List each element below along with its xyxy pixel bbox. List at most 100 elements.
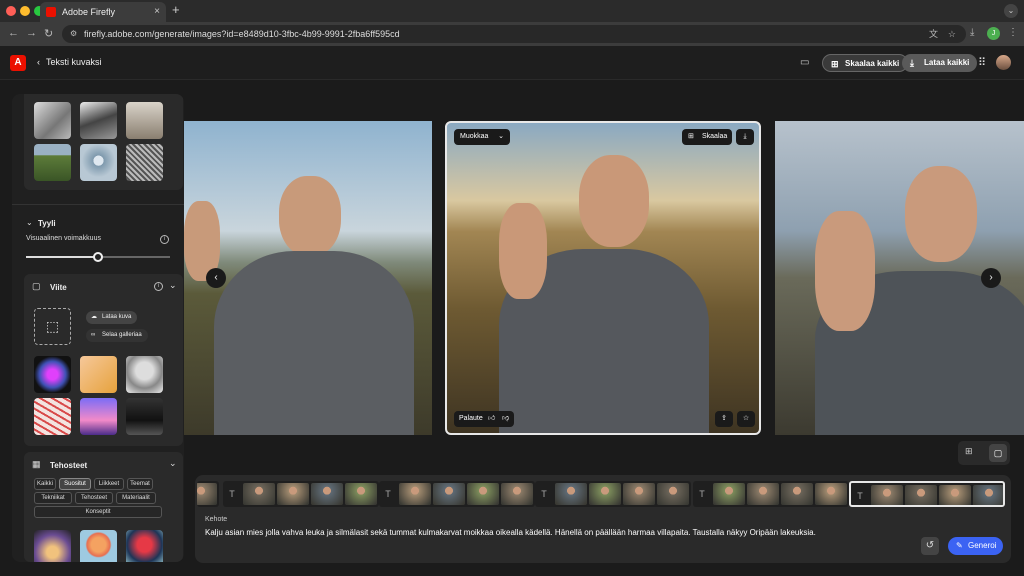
history-thumb[interactable] [905,485,937,505]
upscale-button[interactable]: ⊞ Skaalaa [682,129,732,145]
grid-view-icon[interactable]: ⊞ [965,446,973,457]
effect-chip-suositut[interactable]: Suositut [59,478,91,490]
download-image-button[interactable]: ⤓ [736,129,754,145]
single-view-icon[interactable]: ▢ [989,444,1007,462]
user-avatar[interactable] [996,55,1011,70]
effect-chip-tehosteet[interactable]: Tehosteet [75,492,113,504]
share-button[interactable]: ⇪ [715,411,733,427]
history-group[interactable]: T [849,481,1005,507]
history-thumb[interactable] [277,483,309,505]
previous-image-button[interactable]: ‹ [206,268,226,288]
tab-close-icon[interactable]: × [154,2,160,22]
favorite-button[interactable]: ☆ [737,411,755,427]
effect-chip-tekniikat[interactable]: Tekniikat [34,492,72,504]
generated-image-2-selected[interactable]: Muokkaa ⌄ ⊞ Skaalaa ⤓ Palaute 👍︎ 👎︎ ⇪ ☆ [445,121,761,435]
history-thumb[interactable] [623,483,655,505]
reload-icon[interactable]: ↻ [44,27,53,40]
history-thumb[interactable] [747,483,779,505]
effect-chip-konseptit[interactable]: Konseptit [34,506,162,518]
history-thumb[interactable] [589,483,621,505]
history-thumb[interactable] [815,483,847,505]
browse-gallery-button[interactable]: ∞ Selaa galleriaa [86,329,148,342]
forward-arrow-icon[interactable]: → [26,27,37,39]
style-presets-panel [24,94,183,190]
upload-image-dropzone[interactable]: ⬚ [34,308,71,345]
history-group[interactable]: T [693,481,849,507]
edit-menu-button[interactable]: Muokkaa ⌄ [454,129,510,145]
translate-icon[interactable]: 文 [929,25,938,43]
preset-thumb-landscape[interactable] [80,102,117,139]
reference-thumb-thumbsup[interactable] [80,356,117,393]
tab-search-icon[interactable]: ⌄ [1004,4,1018,18]
next-image-button[interactable]: › [981,268,1001,288]
preset-thumb-sphere[interactable] [80,144,117,181]
preset-thumb-owl[interactable] [126,144,163,181]
history-thumb[interactable] [781,483,813,505]
browser-tab[interactable]: Adobe Firefly × [40,2,166,22]
effect-thumb-3[interactable] [126,530,163,562]
history-thumb[interactable] [939,485,971,505]
person-hand [499,203,547,299]
history-group[interactable]: T [379,481,535,507]
back-arrow-icon[interactable]: ← [8,27,19,39]
download-all-button[interactable]: ⤓ Lataa kaikki [902,54,978,72]
history-thumb[interactable] [657,483,689,505]
thumbs-down-icon[interactable]: 👎︎ [502,411,509,427]
reference-thumb-clouds[interactable] [80,398,117,435]
reference-thumb-room[interactable] [126,398,163,435]
history-thumb[interactable] [311,483,343,505]
history-thumb[interactable] [197,483,217,505]
minimize-window-icon[interactable] [20,6,30,16]
preset-thumb-road[interactable] [34,144,71,181]
history-thumb[interactable] [713,483,745,505]
visual-intensity-slider[interactable] [26,252,170,262]
history-thumb[interactable] [345,483,377,505]
upload-image-button[interactable]: ☁ Lataa kuva [86,311,138,324]
browser-menu-icon[interactable]: ⋮ [1008,27,1018,38]
prompt-input[interactable]: Kalju asian mies jolla vahva leuka ja si… [205,528,905,537]
chevron-down-icon[interactable]: ⌄ [169,280,177,291]
downloads-icon[interactable]: ⤓ [970,27,974,38]
chevron-down-icon[interactable]: ⌄ [26,218,33,227]
preset-thumb-sketch[interactable] [34,102,71,139]
history-thumb[interactable] [243,483,275,505]
feedback-chat-icon[interactable]: ▭ [800,57,809,68]
reference-thumb-pattern[interactable] [34,398,71,435]
site-info-icon[interactable]: ⚙ [70,25,77,43]
generate-button[interactable]: ✎ Generoi [948,537,1003,555]
address-bar[interactable]: ⚙ firefly.adobe.com/generate/images?id=e… [62,25,966,43]
history-thumb[interactable] [555,483,587,505]
profile-avatar[interactable]: J [987,27,1000,40]
effect-thumb-2[interactable] [80,530,117,562]
bookmark-star-icon[interactable]: ☆ [948,25,956,43]
history-group[interactable]: T [223,481,379,507]
history-thumb[interactable] [973,485,1003,505]
adobe-logo-icon[interactable]: A [10,55,26,71]
history-thumb[interactable] [501,483,533,505]
reference-thumb-neon[interactable] [34,356,71,393]
effect-chip-kaikki[interactable]: Kaikki [34,478,56,490]
upscale-all-button[interactable]: ⊞ Skaalaa kaikki [822,54,909,72]
slider-handle[interactable] [93,252,103,262]
close-window-icon[interactable] [6,6,16,16]
history-thumb[interactable] [871,485,903,505]
thumbs-up-icon[interactable]: 👍︎ [488,411,495,427]
history-thumb[interactable] [467,483,499,505]
back-to-text-to-image[interactable]: ‹ Teksti kuvaksi [37,57,102,67]
history-thumb[interactable] [399,483,431,505]
effect-chip-liikkeet[interactable]: Liikkeet [94,478,124,490]
effect-chip-teemat[interactable]: Teemat [127,478,153,490]
effect-chip-materiaalit[interactable]: Materiaalit [116,492,156,504]
effect-thumb-1[interactable] [34,530,71,562]
preset-thumb-interior[interactable] [126,102,163,139]
info-icon[interactable]: i [154,282,163,291]
prompt-history-icon[interactable]: ↺ [921,537,939,555]
apps-grid-icon[interactable]: ⠿ [978,56,986,69]
chevron-down-icon[interactable]: ⌄ [169,458,177,469]
history-thumb[interactable] [433,483,465,505]
reference-thumb-portrait[interactable] [126,356,163,393]
info-icon[interactable]: i [160,235,169,244]
history-group[interactable]: T [535,481,691,507]
new-tab-button[interactable]: + [172,2,180,17]
history-group[interactable] [197,481,219,507]
